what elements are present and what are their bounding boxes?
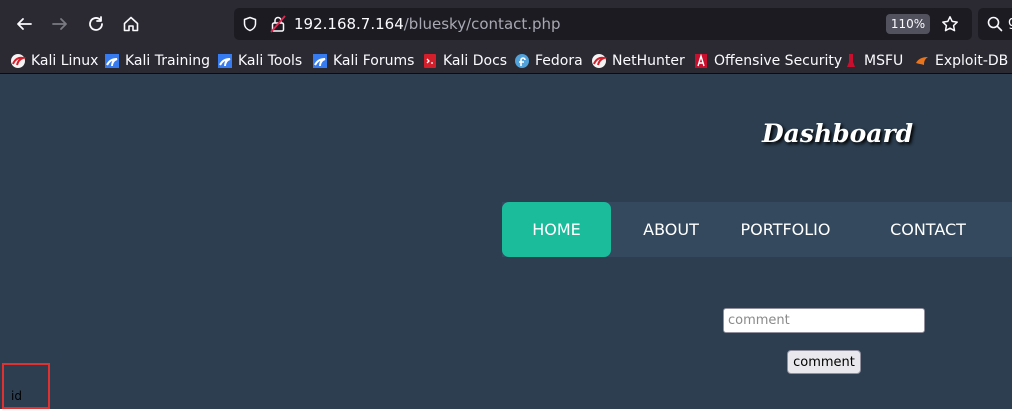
reload-button[interactable] [83,11,109,37]
bookmark-label: Kali Training [125,53,210,69]
insecure-lock-icon[interactable] [270,15,286,33]
bookmark-label: Kali Tools [238,53,303,69]
exploitdb-icon [914,53,930,69]
bookmark-msfu[interactable]: MSFU [843,51,903,71]
reload-icon [89,16,103,31]
bookmark-label: Kali Forums [333,53,415,69]
fedora-icon [514,53,530,69]
home-icon [123,16,139,32]
id-highlight-box: id [2,363,50,409]
shield-icon[interactable] [242,16,258,32]
browser-toolbar: 192.168.7.164/bluesky/contact.php 110% g [0,0,1012,48]
nav-about[interactable]: ABOUT [627,202,715,257]
main-navbar: HOME ABOUT PORTFOLIO CONTACT [502,202,1012,257]
nethunter-icon [591,53,608,69]
comment-input[interactable] [723,308,925,333]
bookmark-label: NetHunter [612,53,685,69]
url-host: 192.168.7.164 [294,15,404,33]
forward-arrow-icon [52,18,67,30]
url-path: /bluesky/contact.php [403,15,561,33]
kali-dragon-icon [10,53,27,69]
search-icon [987,16,1003,32]
bookmark-kali-linux[interactable]: Kali Linux [10,51,98,71]
bookmark-label: MSFU [864,53,904,69]
nav-contact[interactable]: CONTACT [878,202,978,257]
bookmark-label: Fedora [535,53,583,69]
kali-training-icon [104,53,120,69]
nav-portfolio[interactable]: PORTFOLIO [732,202,839,257]
forward-button[interactable] [47,11,73,37]
bookmark-fedora[interactable]: Fedora [514,51,583,71]
bookmarks-toolbar: Kali Linux Kali Training Kali Tools Kali… [0,48,1012,74]
msfu-icon [843,53,859,69]
back-button[interactable] [11,11,37,37]
bookmark-label: Offensive Security [714,53,843,69]
comment-submit-button[interactable]: comment [787,350,861,374]
bookmark-label: Kali Linux [31,53,99,69]
bookmark-label: Kali Docs [443,53,508,69]
bookmark-nethunter[interactable]: NetHunter [591,51,685,71]
bookmark-label: Exploit-DB [935,53,1009,69]
zoom-badge[interactable]: 110% [886,14,930,34]
bookmark-kali-docs[interactable]: Kali Docs [422,51,507,71]
brand-title: Dashboard [762,119,914,148]
offsec-icon [693,53,709,69]
kali-tools-icon [217,53,233,69]
bookmark-kali-forums[interactable]: Kali Forums [312,51,414,71]
home-button[interactable] [118,11,144,37]
id-label: id [11,389,22,403]
url-bar[interactable]: 192.168.7.164/bluesky/contact.php 110% [234,8,972,40]
bookmark-kali-tools[interactable]: Kali Tools [217,51,302,71]
search-text: g [1008,14,1012,30]
bookmark-kali-training[interactable]: Kali Training [104,51,210,71]
kali-forums-icon [312,53,328,69]
nav-home[interactable]: HOME [502,202,611,257]
url-text[interactable]: 192.168.7.164/bluesky/contact.php [294,14,561,34]
bookmark-offensive-security[interactable]: Offensive Security [693,51,842,71]
bookmark-exploit-db[interactable]: Exploit-DB [914,51,1008,71]
page-body: Dashboard HOME ABOUT PORTFOLIO CONTACT c… [0,75,1012,409]
bookmark-star-icon[interactable] [941,15,959,33]
back-arrow-icon [17,18,32,30]
kali-docs-icon [422,53,438,69]
search-box[interactable]: g [978,8,1012,40]
